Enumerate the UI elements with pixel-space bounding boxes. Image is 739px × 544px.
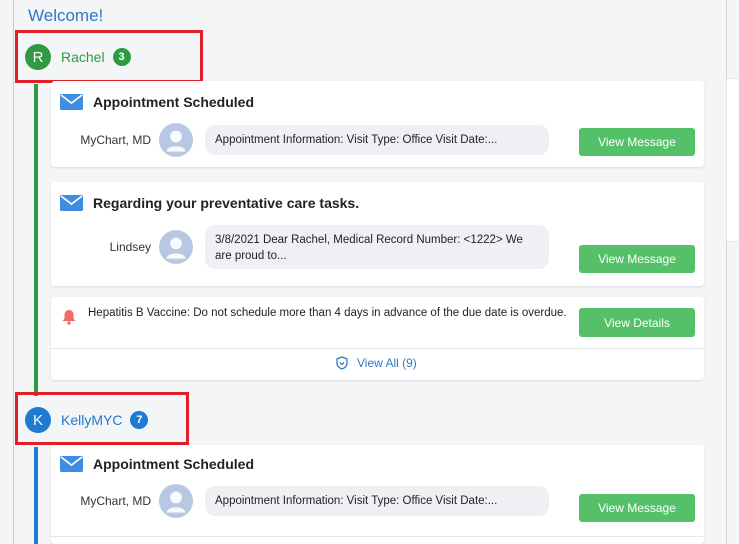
app-root: Welcome! R Rachel 3 Appointment Schedule… xyxy=(0,0,739,544)
message-body-row: Lindsey 3/8/2021 Dear Rachel, Medical Re… xyxy=(51,225,549,269)
highlight-box-kellymyc xyxy=(15,392,189,445)
reminder-text: Hepatitis B Vaccine: Do not schedule mor… xyxy=(88,307,567,319)
card-divider xyxy=(51,348,704,349)
message-title[interactable]: Appointment Scheduled xyxy=(93,456,254,472)
mail-icon xyxy=(60,195,83,211)
message-title-row: Appointment Scheduled xyxy=(60,456,254,472)
message-card: Appointment Scheduled MyChart, MD Appoin… xyxy=(51,81,704,167)
sender-name: MyChart, MD xyxy=(80,133,151,147)
view-message-button[interactable]: View Message xyxy=(579,245,695,273)
user-avatar-icon xyxy=(159,230,193,264)
message-title[interactable]: Appointment Scheduled xyxy=(93,94,254,110)
message-body-row: MyChart, MD Appointment Information: Vis… xyxy=(51,123,549,157)
message-card: Regarding your preventative care tasks. … xyxy=(51,182,704,286)
user-avatar-icon xyxy=(159,123,193,157)
shield-icon xyxy=(336,356,348,370)
right-side-panel xyxy=(726,78,739,242)
reminder-card: Hepatitis B Vaccine: Do not schedule mor… xyxy=(51,297,704,380)
card-divider xyxy=(51,536,704,537)
kelly-timeline xyxy=(34,447,38,544)
reminder-row: Hepatitis B Vaccine: Do not schedule mor… xyxy=(60,306,598,326)
bell-icon xyxy=(62,310,76,325)
view-all-label[interactable]: View All (9) xyxy=(357,356,417,370)
user-avatar-icon xyxy=(159,484,193,518)
view-details-button[interactable]: View Details xyxy=(579,308,695,337)
message-preview[interactable]: Appointment Information: Visit Type: Off… xyxy=(205,125,549,155)
message-card: Appointment Scheduled MyChart, MD Appoin… xyxy=(51,445,704,544)
sender-name: MyChart, MD xyxy=(80,494,151,508)
left-frame-border xyxy=(13,0,14,544)
message-title-row: Appointment Scheduled xyxy=(60,94,254,110)
mail-icon xyxy=(60,94,83,110)
message-preview[interactable]: 3/8/2021 Dear Rachel, Medical Record Num… xyxy=(205,225,549,269)
view-message-button[interactable]: View Message xyxy=(579,494,695,522)
message-preview[interactable]: Appointment Information: Visit Type: Off… xyxy=(205,486,549,516)
message-title-row: Regarding your preventative care tasks. xyxy=(60,195,359,211)
message-title[interactable]: Regarding your preventative care tasks. xyxy=(93,195,359,211)
welcome-heading: Welcome! xyxy=(28,6,104,25)
sender-name: Lindsey xyxy=(109,240,151,254)
view-all-link[interactable]: View All (9) xyxy=(335,356,417,370)
view-message-button[interactable]: View Message xyxy=(579,128,695,156)
mail-icon xyxy=(60,456,83,472)
rachel-timeline xyxy=(34,84,38,396)
message-body-row: MyChart, MD Appointment Information: Vis… xyxy=(51,484,549,518)
highlight-box-rachel xyxy=(15,30,203,83)
